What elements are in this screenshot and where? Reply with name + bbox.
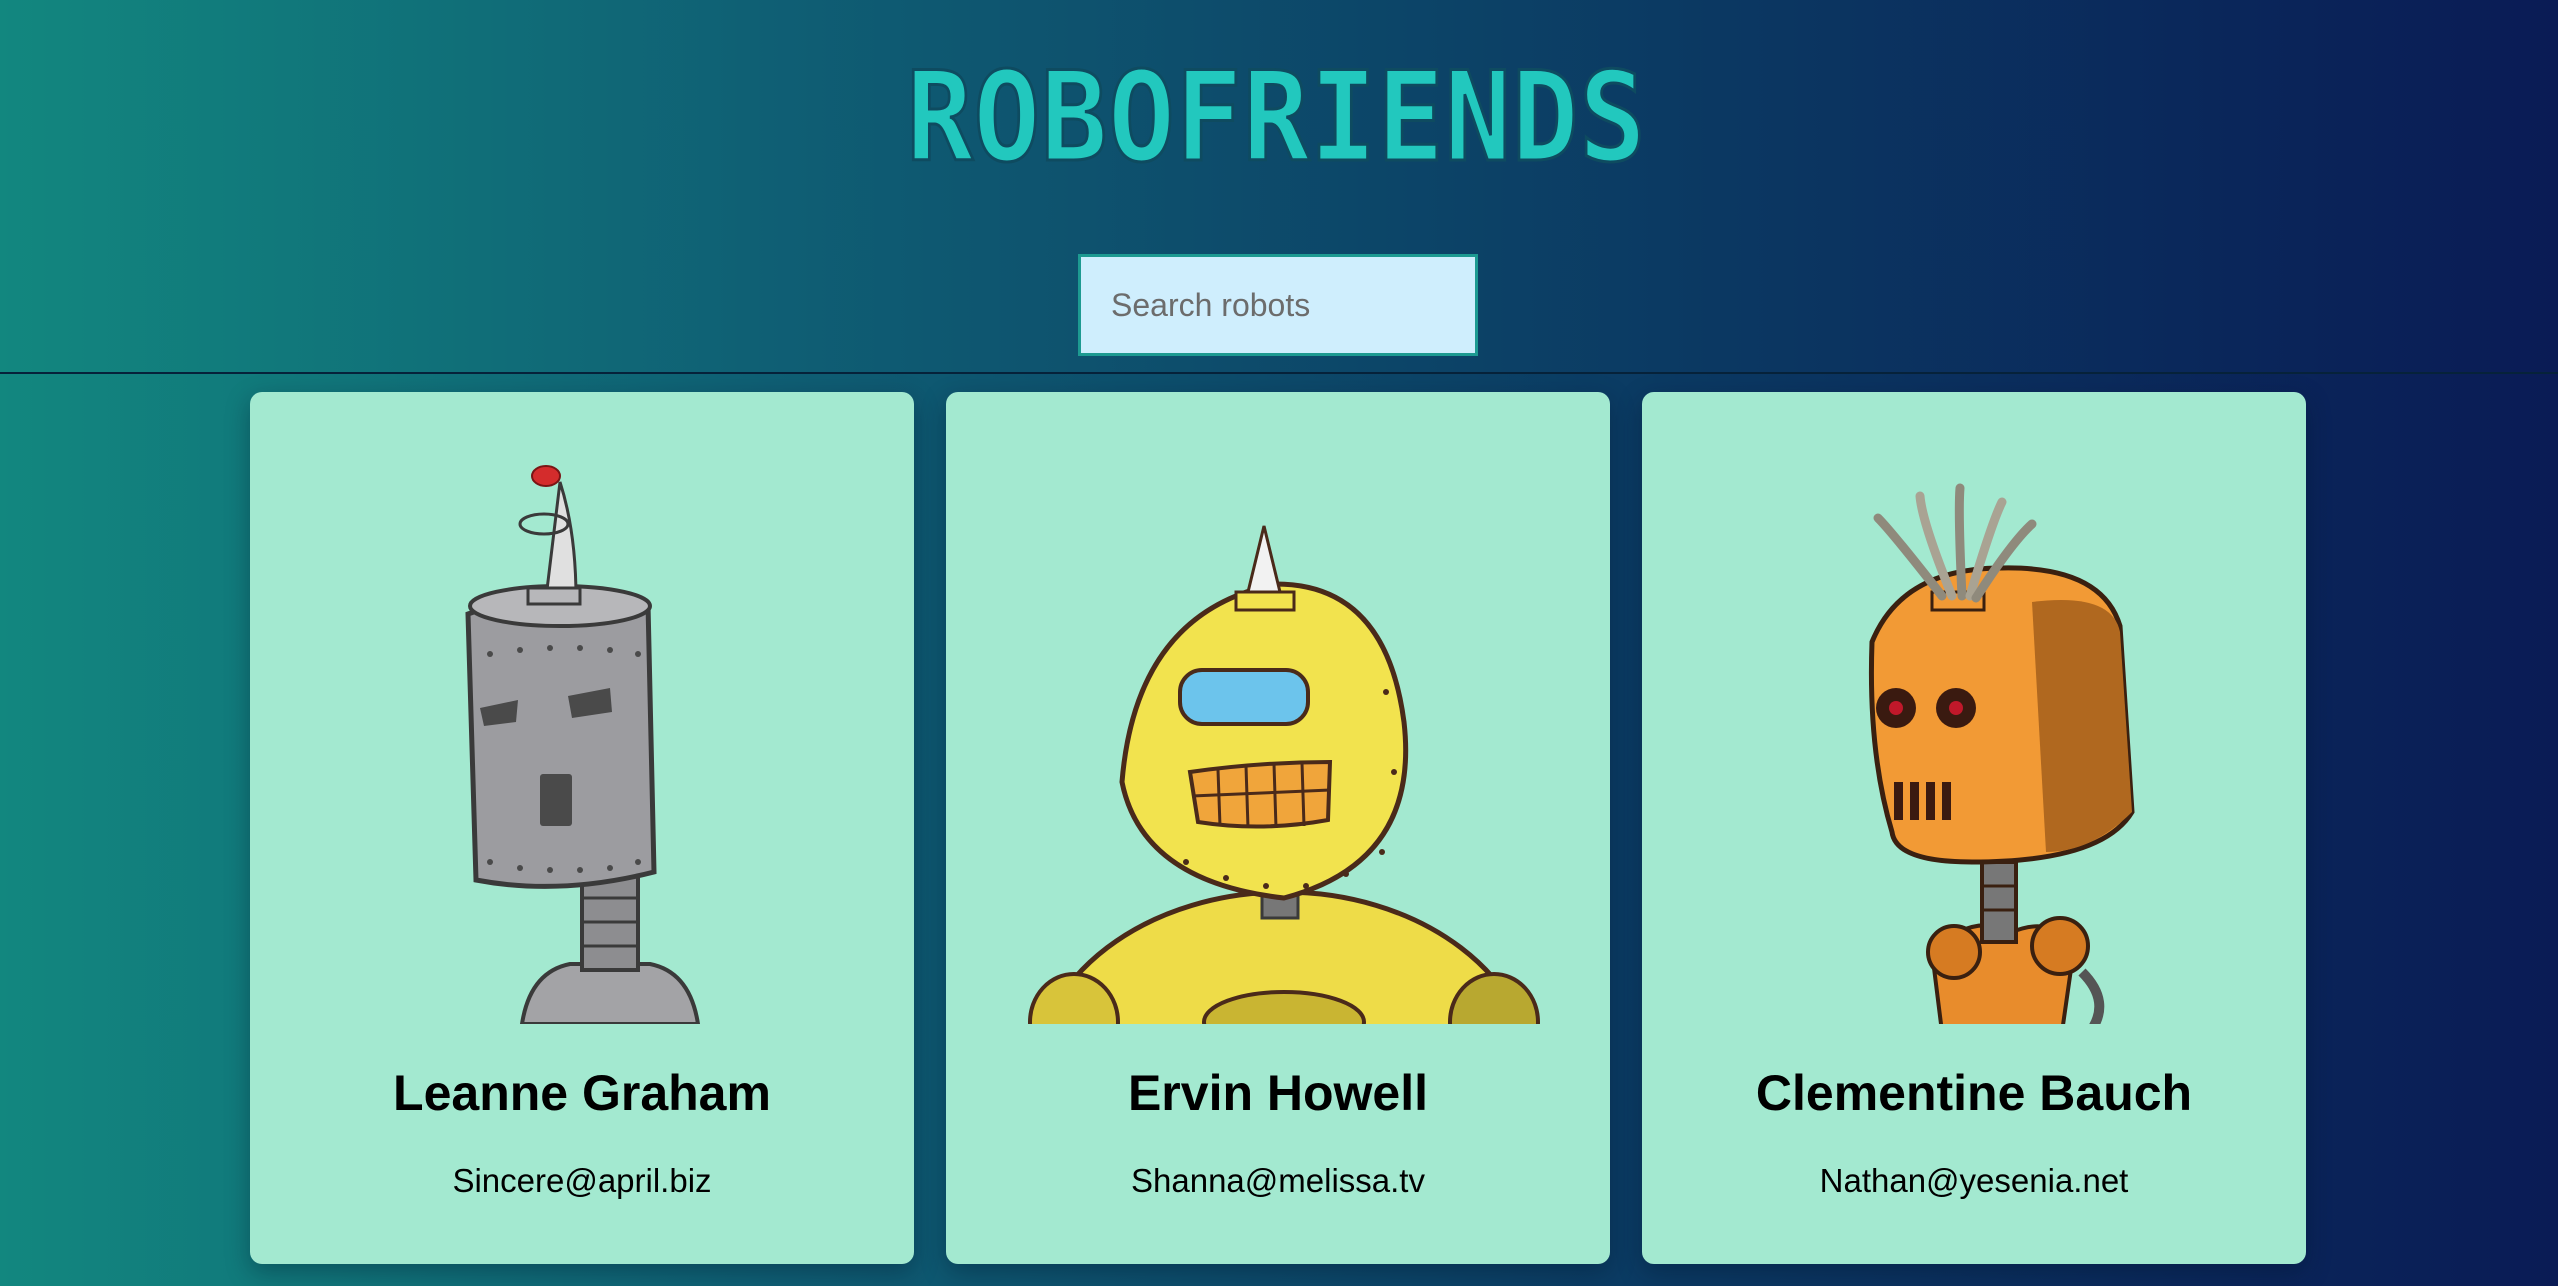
robot-avatar-grey bbox=[465, 465, 701, 1024]
robofriends-logo: ROBOFRIENDS bbox=[905, 60, 1648, 176]
robot-name: Leanne Graham bbox=[393, 1065, 771, 1121]
robot-name: Ervin Howell bbox=[1127, 1065, 1429, 1121]
page-header: ROBOFRIENDS bbox=[0, 0, 2558, 374]
robot-card[interactable]: Leanne Graham Sincere@april.biz bbox=[250, 392, 914, 1264]
robot-name: Clementine Bauch bbox=[1755, 1065, 2193, 1121]
robot-email: Nathan@yesenia.net bbox=[1819, 1162, 2129, 1199]
robot-card[interactable]: Clementine Bauch Nathan@yesenia.net bbox=[1642, 392, 2306, 1264]
robot-email: Sincere@april.biz bbox=[452, 1162, 712, 1199]
robot-card[interactable]: Ervin Howell Shanna@melissa.tv bbox=[946, 392, 1610, 1264]
robot-email: Shanna@melissa.tv bbox=[1131, 1162, 1425, 1199]
robot-avatar-orange bbox=[1868, 483, 2135, 1024]
logo-text: ROBOFRIENDS bbox=[906, 60, 1646, 176]
robot-card-list: Leanne Graham Sincere@april.biz Ervin Ho… bbox=[0, 392, 2558, 1286]
search-input[interactable] bbox=[1078, 254, 1478, 356]
robot-avatar-yellow bbox=[1028, 525, 1540, 1024]
